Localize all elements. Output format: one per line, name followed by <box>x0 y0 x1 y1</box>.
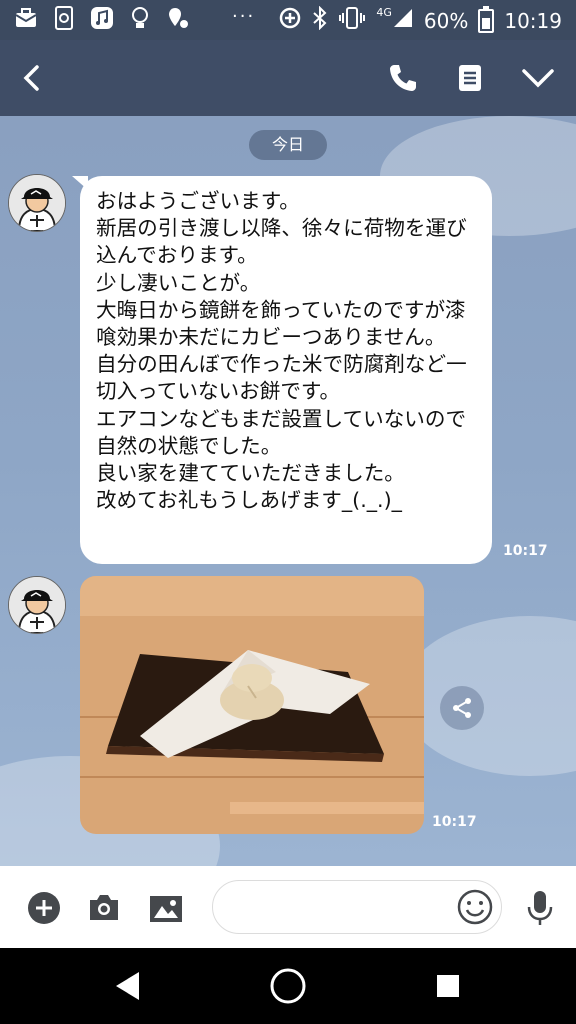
notification-icons <box>14 6 190 32</box>
avatar[interactable] <box>8 576 66 634</box>
background-cloud <box>400 616 576 776</box>
photo-kagami-mochi[interactable] <box>80 576 424 834</box>
avatar[interactable] <box>8 174 66 232</box>
system-nav-bar <box>0 948 576 1024</box>
home-circle-icon[interactable] <box>268 966 308 1006</box>
bulb-icon <box>128 6 152 32</box>
message-time: 10:17 <box>503 543 548 559</box>
share-icon[interactable] <box>440 686 484 730</box>
camera-icon[interactable] <box>84 888 124 928</box>
music-icon <box>90 6 114 32</box>
status-time: 10:19 <box>504 8 562 33</box>
input-bar <box>0 866 576 948</box>
mail-briefcase-icon <box>14 6 38 32</box>
chevron-down-icon[interactable] <box>516 56 560 100</box>
system-icons: 4G 60% 10:19 <box>278 5 562 35</box>
mic-icon[interactable] <box>520 888 560 928</box>
sync-icon <box>52 6 76 32</box>
message-bubble[interactable]: おはようございます。 新居の引き渡し以降、徐々に荷物を運び込んでおります。 少し… <box>72 176 492 564</box>
recents-square-icon[interactable] <box>428 966 468 1006</box>
data-saver-icon <box>278 6 302 35</box>
plus-icon[interactable] <box>24 888 64 928</box>
back-chevron-icon[interactable] <box>10 56 54 100</box>
date-badge: 今日 <box>249 130 327 160</box>
signal-icon <box>392 7 414 34</box>
vibrate-icon <box>338 6 366 35</box>
battery-icon <box>478 5 495 33</box>
emoji-icon[interactable] <box>454 886 496 928</box>
bluetooth-icon <box>312 5 328 35</box>
network-label: 4G <box>376 6 392 19</box>
message-text: おはようございます。 新居の引き渡し以降、徐々に荷物を運び込んでおります。 少し… <box>96 189 467 513</box>
chat-area[interactable]: 今日 おはようございます。 新居の引き渡し以降、徐々に荷物を運び込んでおります。… <box>0 116 576 866</box>
menu-list-icon[interactable] <box>448 56 492 100</box>
back-triangle-icon[interactable] <box>108 966 148 1006</box>
status-bar: ··· 4G 60% 10:19 <box>0 0 576 40</box>
gallery-icon[interactable] <box>146 888 186 928</box>
phone-icon[interactable] <box>381 56 425 100</box>
battery-percent: 60% <box>423 8 469 33</box>
more-dots-icon: ··· <box>232 6 256 27</box>
message-time: 10:17 <box>432 814 477 830</box>
location-icon <box>166 6 190 32</box>
chat-header <box>0 40 576 116</box>
